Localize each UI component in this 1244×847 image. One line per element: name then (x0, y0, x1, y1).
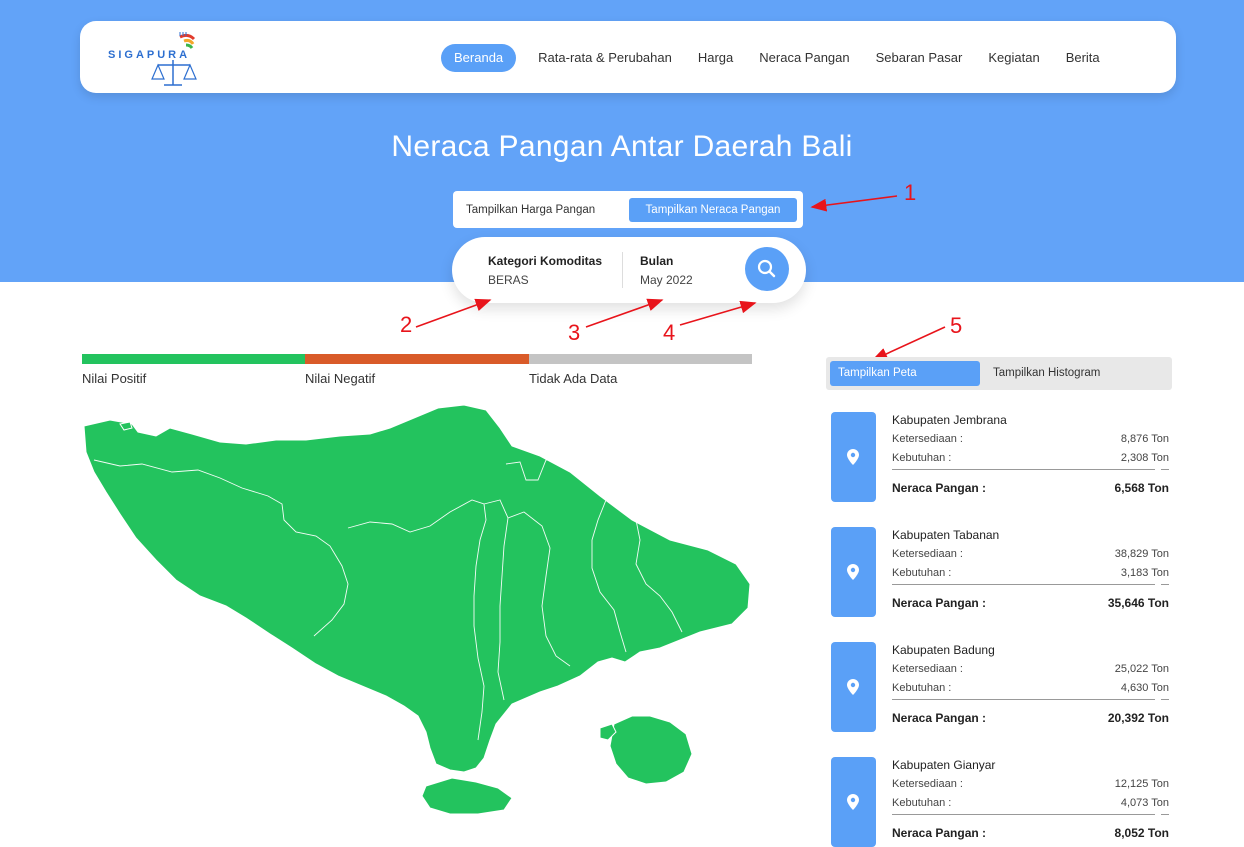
map-pin-icon (847, 449, 859, 465)
legend-label-negative: Nilai Negatif (305, 371, 376, 386)
card-demand-value: 2,308 Ton (1120, 452, 1169, 464)
page-title: Neraca Pangan Antar Daerah Bali (391, 130, 853, 163)
search-button[interactable] (745, 247, 789, 291)
card-supply-label: Ketersediaan : (892, 548, 963, 560)
card-balance-value: 6,568 Ton (1114, 481, 1169, 495)
card-balance-label: Neraca Pangan : (892, 596, 987, 610)
card-name: Kabupaten Jembrana (892, 413, 1007, 427)
bali-map-svg (83, 404, 751, 815)
category-select[interactable]: BERAS (488, 273, 529, 287)
card-supply-label: Ketersediaan : (892, 778, 963, 790)
legend-label-positive: Nilai Positif (82, 371, 147, 386)
card-balance-label: Neraca Pangan : (892, 711, 987, 725)
annotation-2: 2 (400, 312, 413, 337)
nav-item-kegiatan[interactable]: Kegiatan (988, 44, 1039, 72)
card-name: Kabupaten Tabanan (892, 528, 1000, 542)
card-divider (892, 814, 1155, 815)
card-divider (892, 469, 1155, 470)
navbar: SIGAPURA Beranda Rata-rata & Perubahan H… (80, 21, 1176, 93)
card-supply-value: 12,125 Ton (1114, 778, 1169, 790)
legend-bar-negative (305, 354, 529, 364)
regency-card[interactable]: Kabupaten Tabanan Ketersediaan : 38,829 … (831, 527, 1171, 617)
card-demand-label: Kebutuhan : (892, 797, 952, 809)
card-supply-label: Ketersediaan : (892, 663, 963, 675)
card-demand-value: 4,073 Ton (1120, 797, 1169, 809)
nav-item-harga[interactable]: Harga (698, 44, 733, 72)
month-select[interactable]: May 2022 (640, 273, 693, 287)
card-divider (892, 699, 1155, 700)
card-name: Kabupaten Gianyar (892, 758, 996, 772)
card-demand-value: 3,183 Ton (1120, 567, 1169, 579)
card-divider (892, 584, 1155, 585)
card-balance-label: Neraca Pangan : (892, 481, 987, 495)
logo-text: SIGAPURA (108, 49, 191, 61)
category-label: Kategori Komoditas (488, 254, 603, 268)
data-type-toggle: Tampilkan Harga Pangan Tampilkan Neraca … (453, 191, 803, 228)
card-divider-end (1161, 699, 1169, 700)
card-supply-value: 8,876 Ton (1120, 433, 1169, 445)
card-balance-value: 8,052 Ton (1114, 826, 1169, 840)
card-demand-value: 4,630 Ton (1120, 682, 1169, 694)
regency-card[interactable]: Kabupaten Gianyar Ketersediaan : 12,125 … (831, 757, 1171, 847)
card-pin-panel (831, 527, 876, 617)
annotation-1: 1 (904, 180, 917, 205)
show-map-button[interactable]: Tampilkan Peta (830, 361, 980, 386)
card-demand-label: Kebutuhan : (892, 567, 952, 579)
regency-card[interactable]: Kabupaten Jembrana Ketersediaan : 8,876 … (831, 412, 1171, 502)
card-pin-panel (831, 642, 876, 732)
nav-item-sebaran-pasar[interactable]: Sebaran Pasar (876, 44, 963, 72)
show-food-balance-button[interactable]: Tampilkan Neraca Pangan (629, 198, 797, 222)
legend-bar-positive (82, 354, 305, 364)
legend-bar-no-data (529, 354, 752, 364)
card-balance-value: 35,646 Ton (1107, 596, 1169, 610)
card-supply-value: 25,022 Ton (1114, 663, 1169, 675)
map-pin-icon (847, 564, 859, 580)
sigapura-logo[interactable]: SIGAPURA (108, 27, 218, 87)
card-supply-label: Ketersediaan : (892, 433, 963, 445)
annotation-4: 4 (663, 320, 676, 345)
regency-card[interactable]: Kabupaten Badung Ketersediaan : 25,022 T… (831, 642, 1171, 732)
card-demand-label: Kebutuhan : (892, 682, 952, 694)
month-label: Bulan (640, 254, 674, 268)
map-region-bukit-peninsula[interactable] (421, 777, 513, 815)
legend-label-no-data: Tidak Ada Data (529, 371, 618, 386)
card-balance-label: Neraca Pangan : (892, 826, 987, 840)
card-pin-panel (831, 757, 876, 847)
show-food-price-button[interactable]: Tampilkan Harga Pangan (466, 198, 595, 222)
nav-item-berita[interactable]: Berita (1066, 44, 1100, 72)
nav-item-beranda[interactable]: Beranda (441, 44, 517, 72)
map-pin-icon (847, 679, 859, 695)
card-name: Kabupaten Badung (892, 643, 995, 657)
map-pin-icon (847, 794, 859, 810)
card-balance-value: 20,392 Ton (1107, 711, 1169, 725)
card-divider-end (1161, 584, 1169, 585)
show-histogram-button[interactable]: Tampilkan Histogram (993, 361, 1100, 386)
search-filter-bar: Kategori Komoditas BERAS Bulan May 2022 (452, 237, 806, 303)
card-supply-value: 38,829 Ton (1114, 548, 1169, 560)
search-icon (757, 259, 776, 278)
annotation-3: 3 (568, 320, 581, 345)
card-divider-end (1161, 469, 1169, 470)
map-region-nusa-penida[interactable] (609, 715, 693, 785)
card-pin-panel (831, 412, 876, 502)
annotation-5: 5 (950, 313, 963, 338)
main-nav: Beranda Rata-rata & Perubahan Harga Nera… (441, 44, 1126, 72)
card-demand-label: Kebutuhan : (892, 452, 952, 464)
bali-map[interactable] (80, 400, 780, 830)
filter-divider (622, 252, 623, 288)
nav-item-rata-rata-perubahan[interactable]: Rata-rata & Perubahan (538, 44, 672, 72)
view-mode-toggle: Tampilkan Peta Tampilkan Histogram (826, 357, 1172, 390)
card-divider-end (1161, 814, 1169, 815)
nav-item-neraca-pangan[interactable]: Neraca Pangan (759, 44, 849, 72)
